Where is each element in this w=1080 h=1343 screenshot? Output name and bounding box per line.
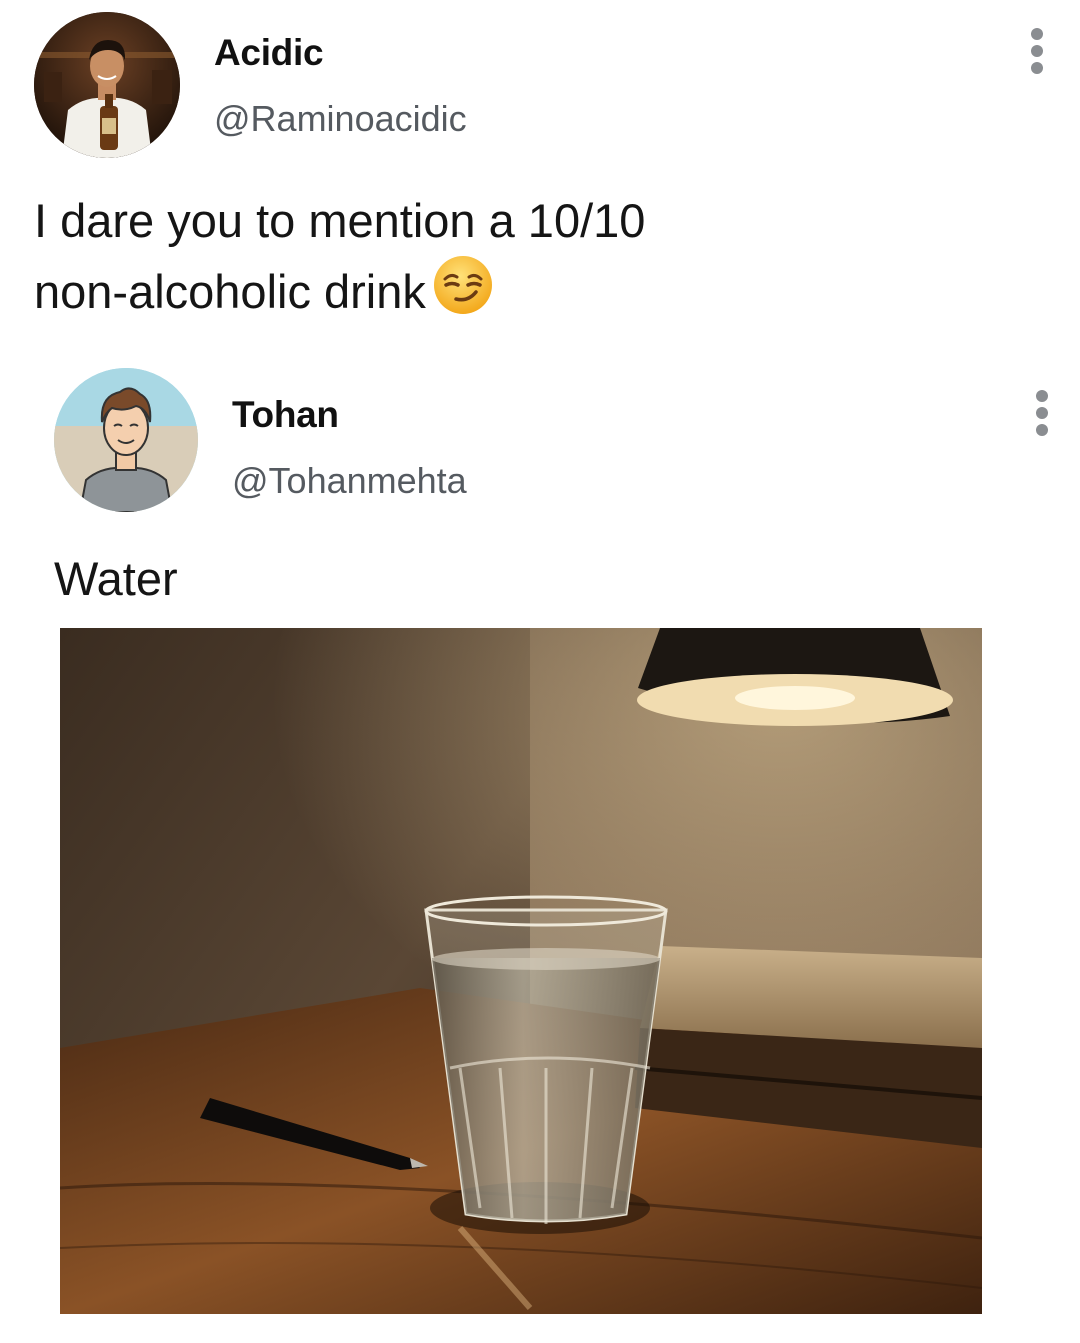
author-handle[interactable]: @Raminoacidic xyxy=(214,98,467,140)
smirking-face-emoji xyxy=(432,254,494,333)
tweet-text: I dare you to mention a 10/10 non-alcoho… xyxy=(34,188,934,333)
reply-text: Water xyxy=(54,552,178,605)
reply-image[interactable] xyxy=(60,628,982,1314)
tweet-text-line-2: non-alcoholic drink xyxy=(34,254,934,333)
reply-more-options-icon[interactable] xyxy=(1036,390,1050,441)
avatar-tohan[interactable] xyxy=(54,368,198,512)
avatar-acidic[interactable] xyxy=(34,12,180,158)
tweet-text-line-2-words: non-alcoholic drink xyxy=(34,265,426,318)
more-options-icon[interactable] xyxy=(1031,28,1045,79)
avatar-acidic-image xyxy=(34,12,180,158)
reply-author-name[interactable]: Tohan xyxy=(232,394,339,436)
author-name[interactable]: Acidic xyxy=(214,32,324,74)
avatar-tohan-image xyxy=(54,368,198,512)
glass-of-water-photo xyxy=(60,628,982,1314)
reply-author-handle[interactable]: @Tohanmehta xyxy=(232,460,467,502)
tweet-text-line-1: I dare you to mention a 10/10 xyxy=(34,194,646,247)
